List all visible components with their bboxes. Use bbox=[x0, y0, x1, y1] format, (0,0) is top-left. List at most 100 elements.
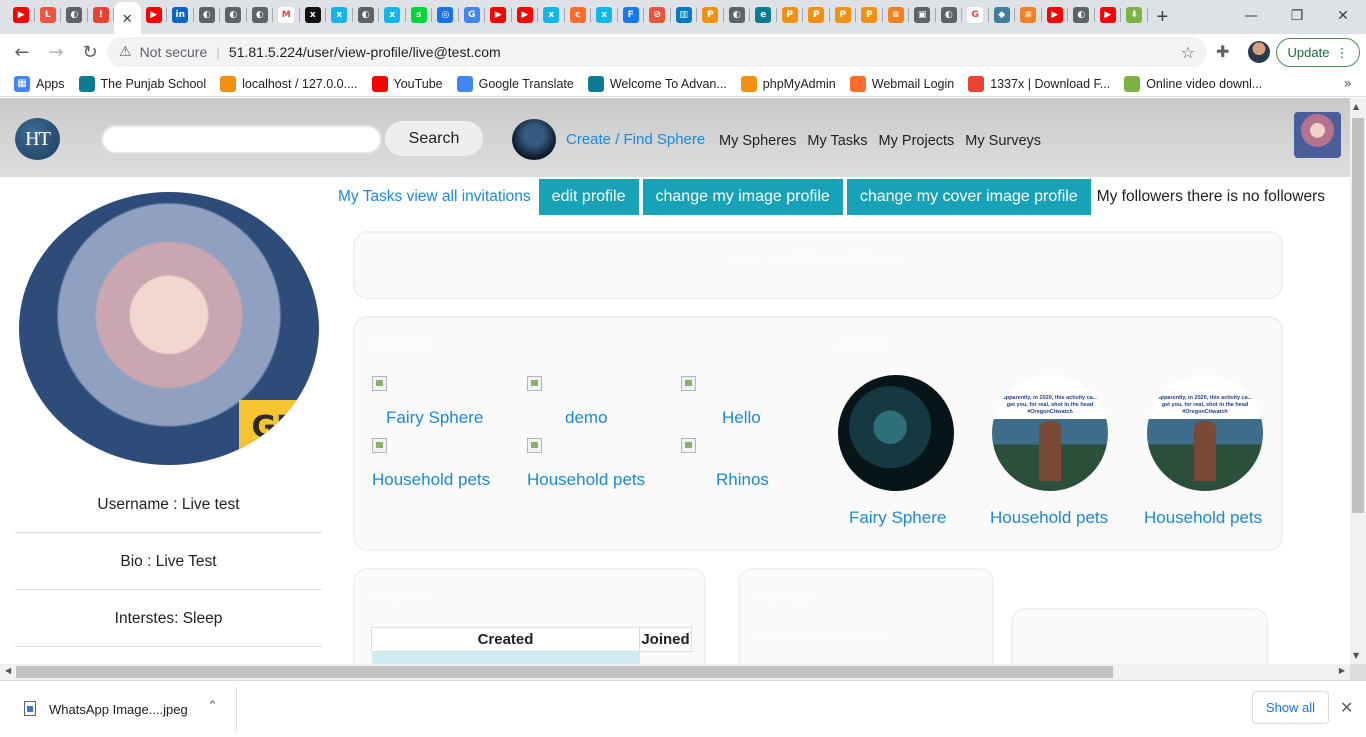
browser-tab[interactable]: ▶ bbox=[141, 0, 167, 32]
browser-tab[interactable]: G bbox=[962, 0, 989, 32]
browser-tab[interactable]: ✕ bbox=[114, 2, 141, 36]
show-all-button[interactable]: Show all bbox=[1252, 691, 1329, 724]
browser-tab[interactable]: P bbox=[830, 0, 856, 32]
scroll-left-icon[interactable]: ◀ bbox=[5, 666, 11, 675]
reload-icon[interactable]: ↻ bbox=[74, 37, 106, 69]
more-bookmarks-icon[interactable]: » bbox=[1343, 76, 1352, 92]
bookmark-item[interactable]: The Punjab School bbox=[78, 75, 206, 92]
browser-tab[interactable]: ◐ bbox=[1068, 0, 1095, 32]
nav-my-surveys[interactable]: My Surveys bbox=[965, 133, 1041, 149]
created-sphere-link[interactable]: Fairy Sphere bbox=[386, 408, 483, 428]
warning-icon[interactable]: ⚠ bbox=[119, 44, 132, 60]
browser-tab[interactable]: ◐ bbox=[220, 0, 247, 32]
browser-tab[interactable]: ▣ bbox=[909, 0, 936, 32]
change-image-button[interactable]: change my image profile bbox=[642, 179, 843, 215]
bookmark-item[interactable]: 1337x | Download F... bbox=[968, 75, 1110, 92]
scroll-up-icon[interactable]: ▲ bbox=[1353, 102, 1359, 111]
scroll-right-icon[interactable]: ▶ bbox=[1339, 666, 1345, 675]
bookmark-item[interactable]: Webmail Login bbox=[849, 75, 954, 92]
search-button[interactable]: Search bbox=[385, 121, 483, 156]
browser-tab[interactable]: ⬇ bbox=[1121, 0, 1148, 32]
joined-sphere-image[interactable]: apparently, in 2020, this activity ca...… bbox=[992, 375, 1108, 491]
bookmark-item[interactable]: phpMyAdmin bbox=[740, 75, 836, 92]
bookmark-item[interactable]: Welcome To Advan... bbox=[587, 75, 727, 92]
back-icon[interactable]: ← bbox=[6, 37, 38, 69]
horizontal-scroll-thumb[interactable] bbox=[16, 666, 1113, 678]
browser-tab[interactable]: P bbox=[697, 0, 724, 32]
bookmark-item[interactable]: Google Translate bbox=[456, 75, 574, 92]
bookmark-item[interactable]: YouTube bbox=[371, 75, 443, 92]
browser-tab[interactable]: ◎ bbox=[432, 0, 459, 32]
browser-tab[interactable]: ▥ bbox=[671, 0, 697, 32]
browser-tab[interactable]: ≡ bbox=[883, 0, 909, 32]
forward-icon[interactable]: → bbox=[40, 37, 72, 69]
joined-sphere-link[interactable]: Household pets bbox=[990, 508, 1108, 528]
browser-tab[interactable]: ◐ bbox=[247, 0, 273, 32]
minimize-icon[interactable]: — bbox=[1228, 0, 1274, 32]
scroll-down-icon[interactable]: ▼ bbox=[1353, 651, 1359, 660]
change-cover-button[interactable]: change my cover image profile bbox=[846, 179, 1091, 215]
joined-sphere-link[interactable]: Household pets bbox=[1144, 508, 1262, 528]
browser-tab[interactable]: ▶ bbox=[512, 0, 538, 32]
download-file-name[interactable]: WhatsApp Image....jpeg bbox=[49, 702, 188, 717]
browser-tab[interactable]: G bbox=[459, 0, 485, 32]
bookmark-star-icon[interactable]: ☆ bbox=[1181, 43, 1195, 62]
file-image-icon[interactable] bbox=[24, 701, 36, 716]
search-input[interactable] bbox=[101, 125, 382, 154]
security-label[interactable]: Not secure bbox=[140, 44, 208, 60]
close-window-icon[interactable]: ✕ bbox=[1320, 0, 1366, 32]
bookmark-item[interactable]: localhost / 127.0.0.... bbox=[220, 75, 358, 92]
update-button[interactable]: Update ⋮ bbox=[1276, 38, 1360, 67]
close-shelf-icon[interactable]: ✕ bbox=[1340, 698, 1353, 717]
browser-tab[interactable]: e bbox=[750, 0, 777, 32]
browser-tab[interactable]: x bbox=[326, 0, 353, 32]
nav-my-tasks[interactable]: My Tasks bbox=[807, 133, 867, 149]
browser-tab[interactable]: x bbox=[538, 0, 565, 32]
browser-tab[interactable]: F bbox=[618, 0, 644, 32]
browser-tab[interactable]: P bbox=[777, 0, 803, 32]
my-tasks-invitations-link[interactable]: My Tasks view all invitations bbox=[338, 188, 531, 206]
site-logo[interactable]: HT bbox=[15, 118, 60, 160]
browser-tab[interactable]: M bbox=[273, 0, 300, 32]
vertical-scrollbar[interactable]: ▲ ▼ bbox=[1350, 98, 1366, 664]
browser-tab[interactable]: ◐ bbox=[936, 0, 962, 32]
joined-sphere-link[interactable]: Fairy Sphere bbox=[849, 508, 946, 528]
browser-profile-avatar[interactable] bbox=[1248, 41, 1270, 63]
chevron-up-icon[interactable]: ⌃ bbox=[207, 699, 218, 714]
horizontal-scrollbar[interactable]: ◀ ▶ bbox=[0, 664, 1350, 680]
browser-tab[interactable]: ⊘ bbox=[644, 0, 671, 32]
address-bar[interactable]: ⚠ Not secure | 51.81.5.224/user/view-pro… bbox=[107, 37, 1207, 67]
url-text[interactable]: 51.81.5.224/user/view-profile/live@test.… bbox=[229, 44, 501, 60]
create-find-sphere-link[interactable]: Create / Find Sphere bbox=[566, 131, 705, 148]
browser-tab[interactable]: ▶ bbox=[1042, 0, 1068, 32]
browser-tab[interactable]: ▶ bbox=[1095, 0, 1121, 32]
nav-my-spheres[interactable]: My Spheres bbox=[719, 133, 796, 149]
browser-tab[interactable]: ◐ bbox=[194, 0, 220, 32]
browser-tab[interactable]: ◐ bbox=[724, 0, 750, 32]
browser-tab[interactable]: c bbox=[565, 0, 591, 32]
browser-tab[interactable]: x bbox=[300, 0, 326, 32]
bookmark-item[interactable]: Online video downl... bbox=[1124, 75, 1262, 92]
created-sphere-link[interactable]: demo bbox=[565, 408, 608, 428]
browser-tab[interactable]: in bbox=[167, 0, 194, 32]
browser-tab[interactable]: ◐ bbox=[353, 0, 379, 32]
browser-tab[interactable]: P bbox=[803, 0, 830, 32]
browser-tab[interactable]: x bbox=[379, 0, 406, 32]
edit-profile-button[interactable]: edit profile bbox=[538, 179, 639, 215]
browser-tab[interactable]: x bbox=[591, 0, 618, 32]
created-sphere-link[interactable]: Rhinos bbox=[716, 470, 769, 490]
sphere-icon[interactable] bbox=[512, 119, 556, 160]
nav-my-projects[interactable]: My Projects bbox=[879, 133, 955, 149]
joined-sphere-image[interactable] bbox=[838, 375, 954, 491]
vertical-scroll-thumb[interactable] bbox=[1352, 118, 1364, 513]
browser-tab[interactable]: ! bbox=[88, 0, 114, 32]
browser-tab[interactable]: ◐ bbox=[61, 0, 88, 32]
browser-tab[interactable]: L bbox=[35, 0, 61, 32]
browser-tab[interactable]: P bbox=[856, 0, 883, 32]
new-tab-button[interactable]: + bbox=[1148, 0, 1178, 34]
joined-sphere-image[interactable]: apparently, in 2020, this activity ca...… bbox=[1147, 375, 1263, 491]
bookmark-item[interactable]: ▦ Apps bbox=[14, 75, 65, 92]
user-avatar[interactable] bbox=[1294, 112, 1341, 158]
extensions-puzzle-icon[interactable]: ✚ bbox=[1216, 42, 1229, 61]
browser-tab[interactable]: ◆ bbox=[989, 0, 1015, 32]
